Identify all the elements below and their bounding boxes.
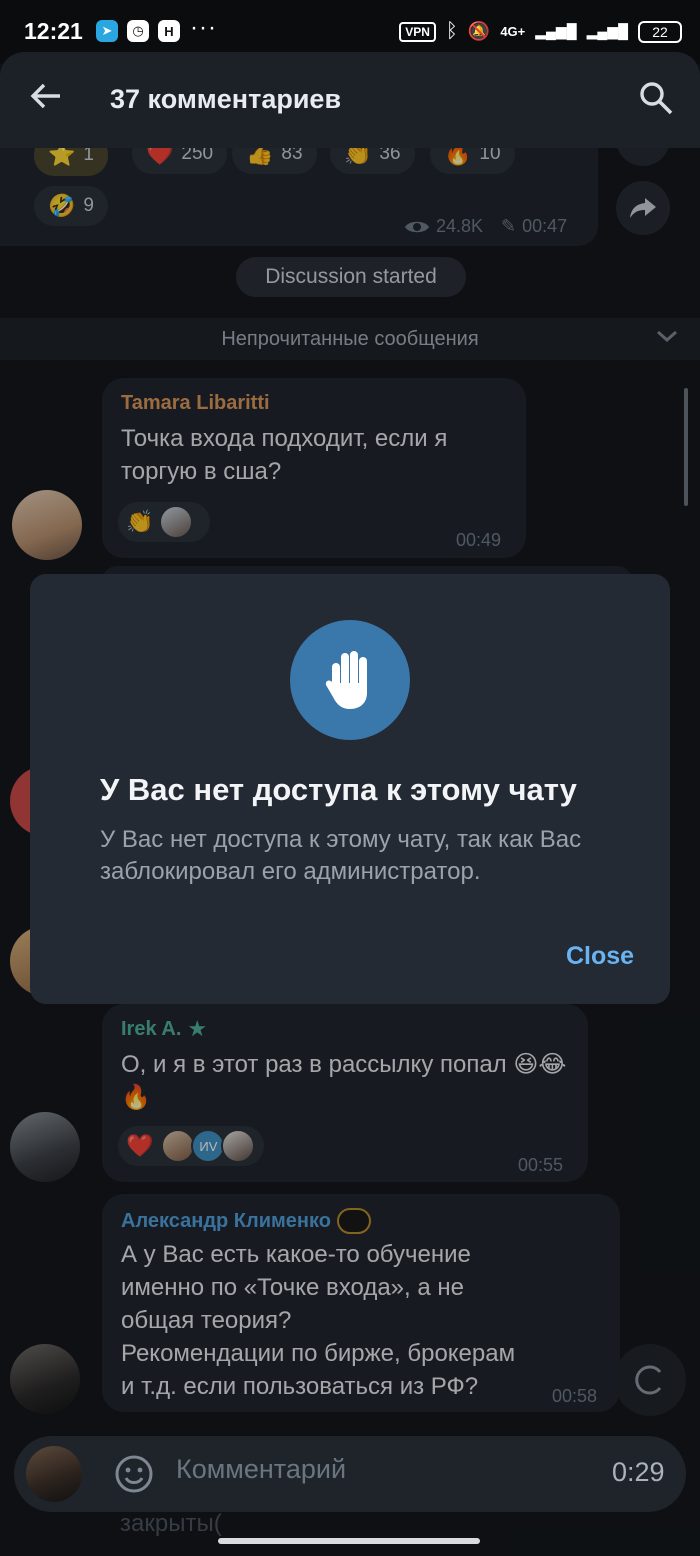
status-time: 12:21 bbox=[24, 18, 83, 44]
telegram-icon: ➤ bbox=[96, 20, 118, 42]
page-title: 37 комментариев bbox=[110, 84, 342, 114]
app-header bbox=[0, 52, 700, 148]
n-app-icon: Н bbox=[158, 20, 180, 42]
home-indicator[interactable] bbox=[218, 1538, 480, 1544]
sender-avatar[interactable] bbox=[26, 1446, 82, 1502]
signal-icon: ▂▄▆█ bbox=[586, 23, 628, 39]
clock-app-icon: ◷ bbox=[127, 20, 149, 42]
smile-icon bbox=[115, 1455, 153, 1493]
status-indicators: VPN ᛒ 🔕 4G+ ▂▄▆█ ▂▄▆█ 22 bbox=[399, 20, 682, 43]
vpn-icon: VPN bbox=[399, 21, 436, 42]
battery-icon: 22 bbox=[638, 20, 682, 43]
emoji-button[interactable] bbox=[114, 1454, 154, 1494]
mute-icon: 🔕 bbox=[467, 21, 491, 41]
arrow-left-icon bbox=[30, 83, 60, 109]
dialog-message: У Вас нет доступа к этому чату, так как … bbox=[100, 826, 582, 885]
close-button[interactable]: Close bbox=[566, 942, 634, 971]
dialog-title: У Вас нет доступа к этому чату bbox=[100, 772, 577, 807]
back-button[interactable] bbox=[30, 82, 64, 116]
comment-input[interactable]: Комментарий bbox=[176, 1454, 346, 1485]
status-app-icons: ➤ ◷ Н bbox=[96, 20, 180, 42]
network-type: 4G+ bbox=[500, 24, 526, 39]
hand-stop-icon bbox=[290, 620, 410, 740]
signal-icon: ▂▄▆█ bbox=[535, 23, 577, 39]
bluetooth-icon: ᛒ bbox=[445, 20, 458, 42]
search-button[interactable] bbox=[638, 80, 678, 120]
slow-mode-timer: 0:29 bbox=[612, 1457, 665, 1487]
more-notifications-icon: ··· bbox=[190, 14, 217, 41]
search-icon bbox=[640, 82, 673, 115]
